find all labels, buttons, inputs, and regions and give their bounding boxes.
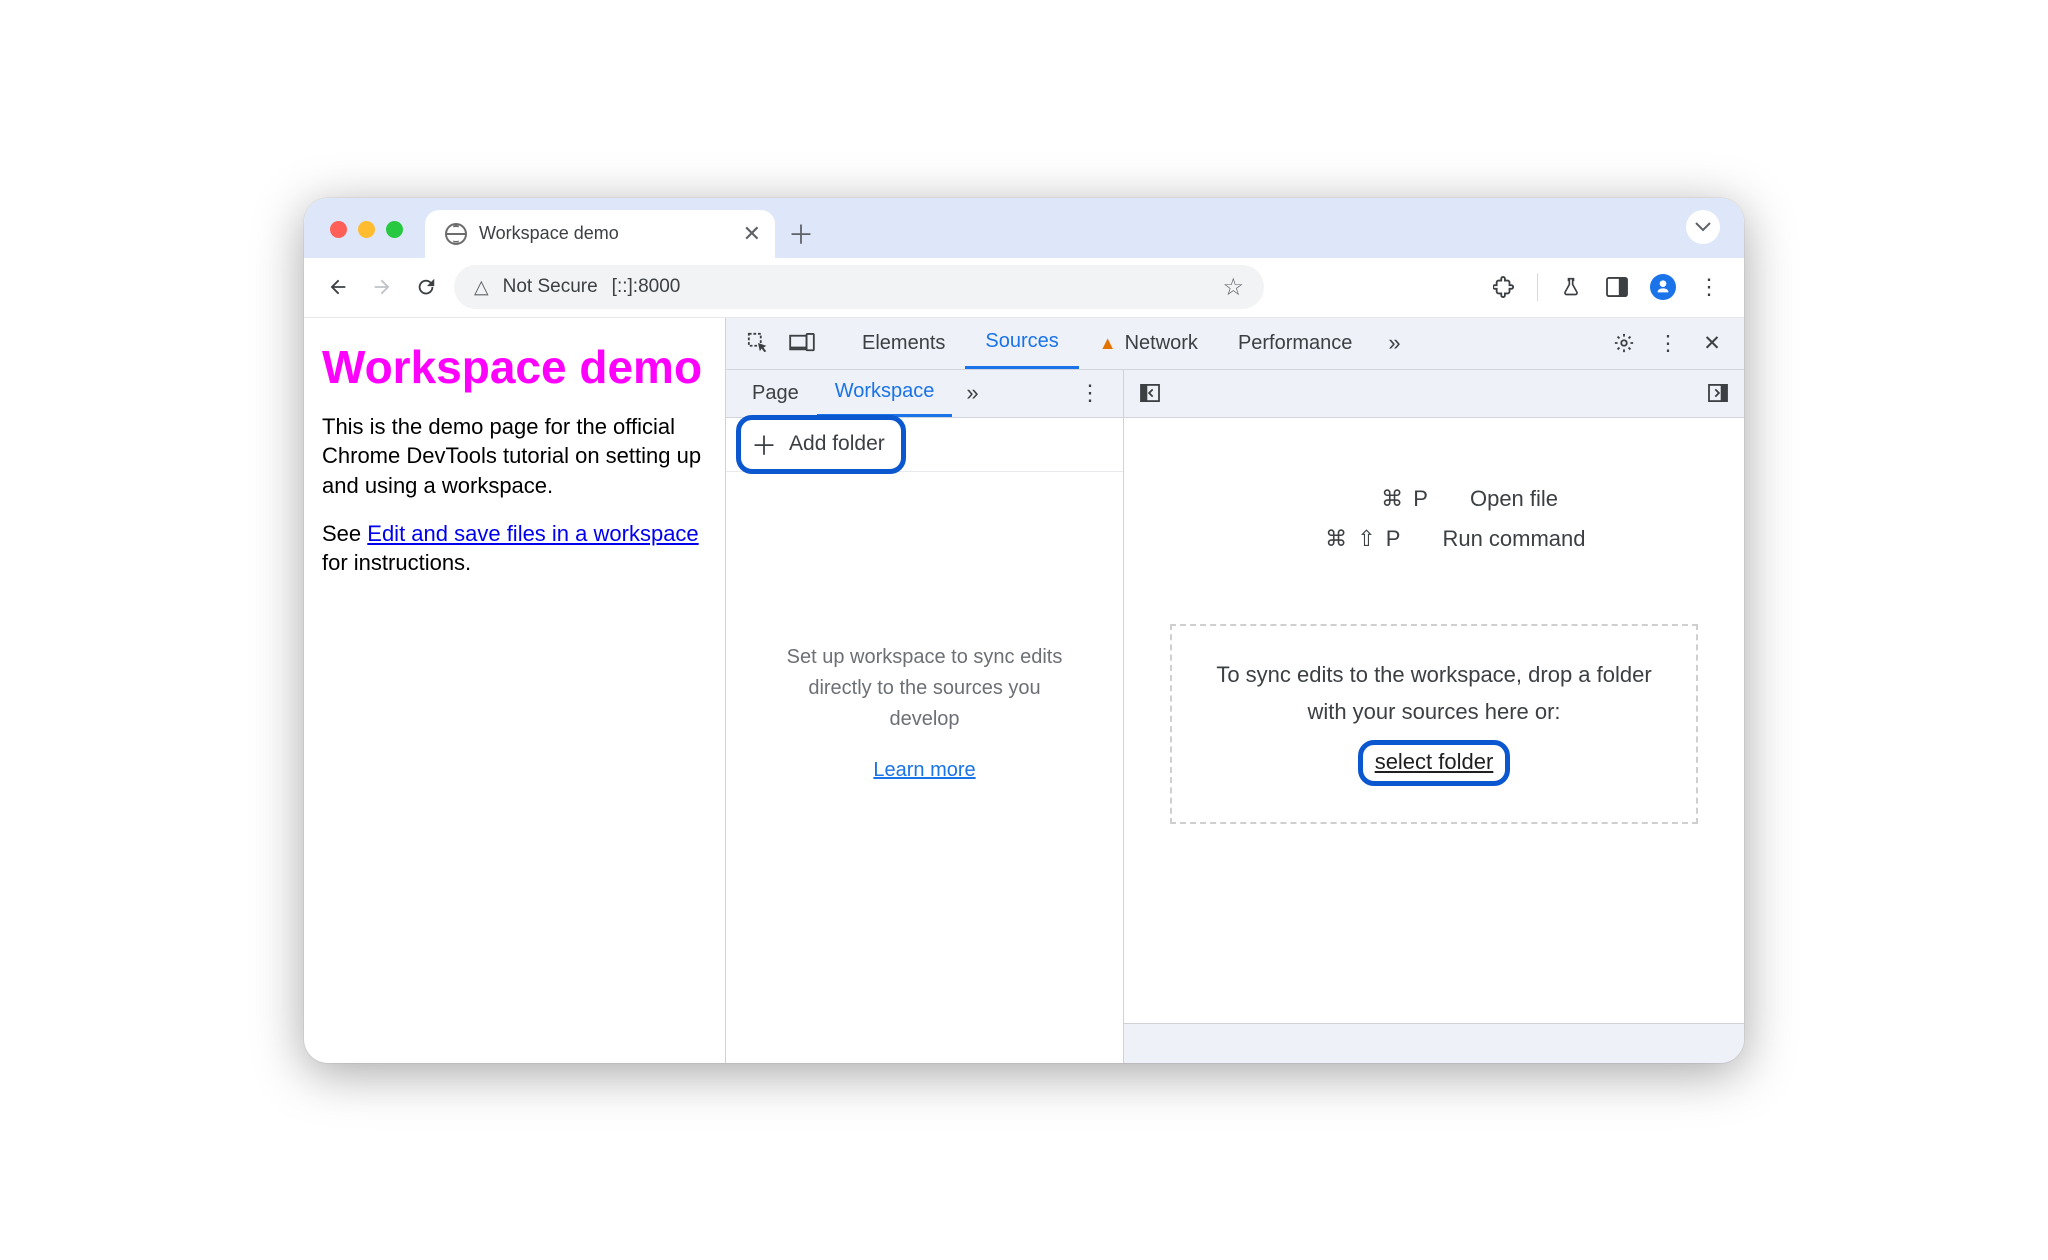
show-navigator-icon[interactable] (1134, 384, 1166, 402)
navigator-tab-page[interactable]: Page (734, 370, 817, 417)
profile-avatar[interactable] (1646, 274, 1680, 300)
minimize-window-icon[interactable] (358, 221, 375, 238)
extensions-icon[interactable] (1487, 276, 1521, 298)
shortcut-open-file: ⌘ P Open file (1310, 486, 1558, 512)
add-folder-label: Add folder (789, 432, 885, 456)
close-tab-icon[interactable]: ✕ (743, 221, 761, 247)
reload-button[interactable] (410, 276, 442, 298)
side-panel-icon[interactable] (1600, 277, 1634, 297)
navigator-help: Set up workspace to sync edits directly … (726, 472, 1123, 1063)
divider (1537, 273, 1538, 301)
tab-strip: Workspace demo ✕ ＋ (304, 198, 1744, 258)
maximize-window-icon[interactable] (386, 221, 403, 238)
security-status: Not Secure (503, 276, 598, 298)
window-controls (330, 221, 403, 238)
devtools-menu-icon[interactable]: ⋮ (1646, 331, 1690, 356)
browser-window: Workspace demo ✕ ＋ △ Not Secure [::]:800… (304, 198, 1744, 1063)
more-tabs-icon[interactable]: » (1372, 330, 1416, 356)
editor-toolbar (1124, 370, 1744, 418)
select-folder-label: select folder (1375, 749, 1494, 774)
labs-icon[interactable] (1554, 276, 1588, 298)
tab-search-button[interactable] (1686, 210, 1720, 244)
navigator-help-text: Set up workspace to sync edits directly … (785, 642, 1065, 735)
tab-network[interactable]: ▲Network (1079, 318, 1218, 369)
close-devtools-icon[interactable]: ✕ (1690, 331, 1734, 356)
sources-editor: ⌘ P Open file ⌘ ⇧ P Run command To sync … (1124, 370, 1744, 1063)
navigator-tabs: Page Workspace » ⋮ (726, 370, 1123, 418)
shortcut-label: Run command (1442, 526, 1585, 552)
devtools-toolbar: Elements Sources ▲Network Performance » … (726, 318, 1744, 370)
navigator-more-tabs-icon[interactable]: » (966, 380, 978, 406)
address-bar[interactable]: △ Not Secure [::]:8000 ☆ (454, 265, 1264, 309)
close-window-icon[interactable] (330, 221, 347, 238)
warning-triangle-icon: ▲ (1099, 333, 1117, 354)
shortcut-keys: ⌘ P (1310, 486, 1430, 512)
tab-sources[interactable]: Sources (965, 318, 1078, 369)
browser-tab[interactable]: Workspace demo ✕ (425, 210, 775, 258)
editor-footer (1124, 1023, 1744, 1063)
shortcut-keys: ⌘ ⇧ P (1282, 526, 1402, 552)
navigator-tab-workspace[interactable]: Workspace (817, 370, 953, 417)
show-debugger-icon[interactable] (1702, 384, 1734, 402)
page-paragraph-1: This is the demo page for the official C… (322, 412, 711, 501)
forward-button[interactable] (366, 276, 398, 298)
plus-icon: ＋ (751, 426, 777, 463)
url-text: [::]:8000 (612, 276, 681, 298)
select-folder-button[interactable]: select folder (1358, 740, 1511, 786)
bookmark-icon[interactable]: ☆ (1222, 273, 1244, 302)
inspect-element-icon[interactable] (736, 332, 780, 354)
drop-zone[interactable]: To sync edits to the workspace, drop a f… (1170, 624, 1698, 825)
content-area: Workspace demo This is the demo page for… (304, 318, 1744, 1063)
device-toolbar-icon[interactable] (780, 333, 824, 353)
shortcut-label: Open file (1470, 486, 1558, 512)
tab-performance[interactable]: Performance (1218, 318, 1373, 369)
warning-icon: △ (474, 276, 489, 299)
drop-zone-text: To sync edits to the workspace, drop a f… (1202, 656, 1666, 731)
shortcut-run-command: ⌘ ⇧ P Run command (1282, 526, 1585, 552)
settings-icon[interactable] (1602, 332, 1646, 354)
sources-navigator: Page Workspace » ⋮ ＋ Add folder Set up w… (726, 370, 1124, 1063)
back-button[interactable] (322, 276, 354, 298)
browser-menu-icon[interactable]: ⋮ (1692, 274, 1726, 300)
page-paragraph-2: See Edit and save files in a workspace f… (322, 519, 711, 578)
page-heading: Workspace demo (322, 340, 711, 394)
learn-more-link[interactable]: Learn more (873, 759, 975, 782)
tab-elements[interactable]: Elements (842, 318, 965, 369)
navigator-menu-icon[interactable]: ⋮ (1065, 380, 1115, 406)
add-folder-button[interactable]: ＋ Add folder (736, 415, 906, 474)
new-tab-button[interactable]: ＋ (783, 216, 819, 252)
tab-title: Workspace demo (479, 223, 619, 244)
editor-placeholder: ⌘ P Open file ⌘ ⇧ P Run command To sync … (1124, 418, 1744, 1023)
devtools-body: Page Workspace » ⋮ ＋ Add folder Set up w… (726, 370, 1744, 1063)
devtools-panel: Elements Sources ▲Network Performance » … (725, 318, 1744, 1063)
page-viewport: Workspace demo This is the demo page for… (304, 318, 725, 1063)
workspace-docs-link[interactable]: Edit and save files in a workspace (367, 521, 698, 546)
browser-toolbar: △ Not Secure [::]:8000 ☆ ⋮ (304, 258, 1744, 318)
add-folder-row: ＋ Add folder (726, 418, 1123, 472)
globe-icon (445, 223, 467, 245)
